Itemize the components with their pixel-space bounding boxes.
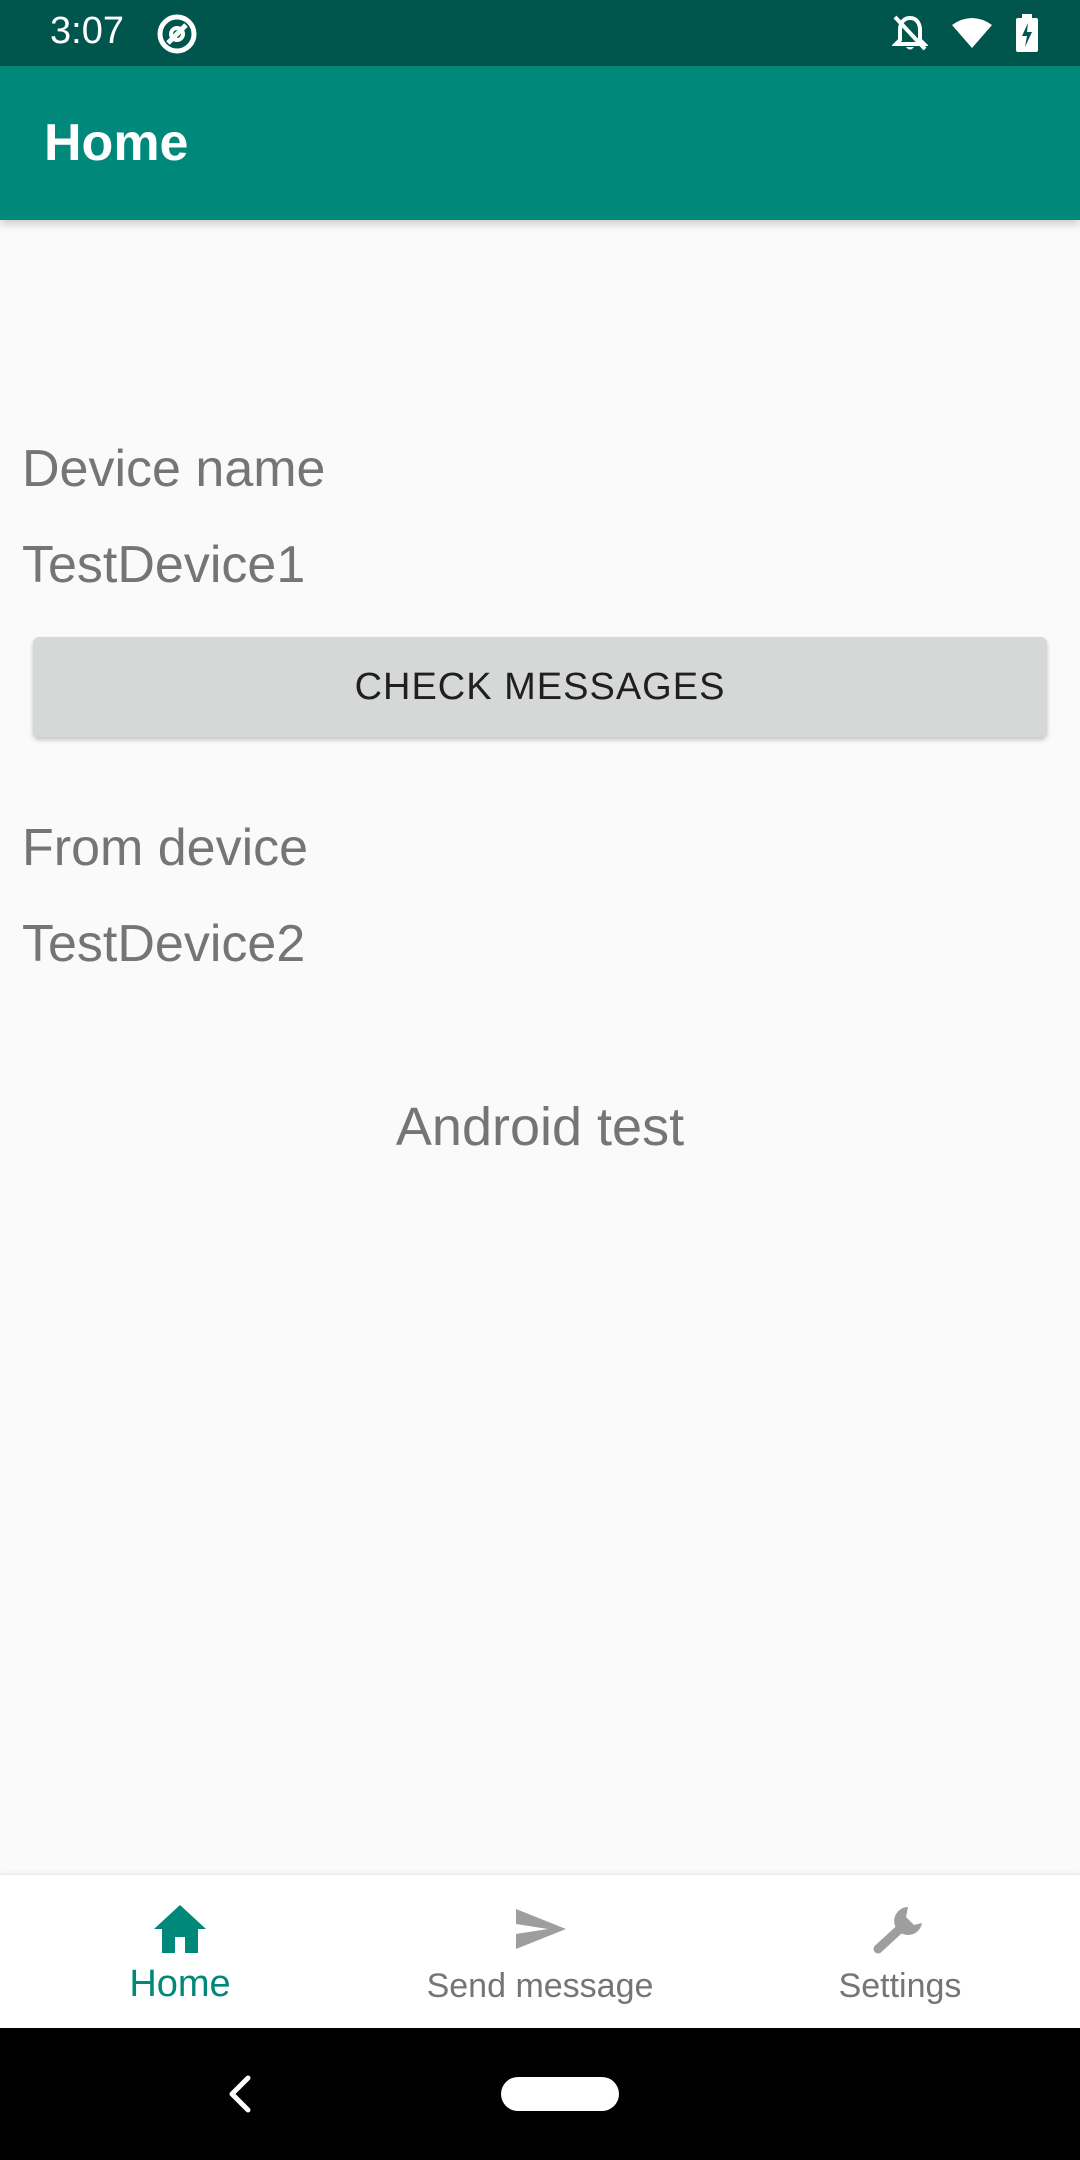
wifi-icon — [952, 18, 992, 48]
nav-label-home: Home — [129, 1963, 231, 2005]
status-bar: 3:07 — [0, 0, 1080, 66]
page-title: Home — [44, 114, 189, 172]
back-icon[interactable] — [222, 2072, 258, 2116]
from-device-value: TestDevice2 — [22, 915, 306, 973]
nav-label-send-message: Send message — [426, 1967, 654, 2005]
wrench-icon — [873, 1907, 922, 1954]
nav-item-settings[interactable]: Settings — [720, 1875, 1080, 2029]
system-navigation-bar — [0, 2028, 1080, 2160]
status-icons — [892, 14, 1038, 52]
sync-status-icon — [157, 14, 197, 54]
device-name-value: TestDevice1 — [22, 536, 306, 594]
nav-item-home[interactable]: Home — [0, 1875, 360, 2029]
status-time: 3:07 — [50, 10, 124, 52]
device-name-label: Device name — [22, 440, 326, 498]
nav-label-settings: Settings — [838, 1967, 962, 2005]
battery-icon — [1016, 14, 1038, 52]
check-messages-button[interactable]: CHECK MESSAGES — [33, 637, 1047, 737]
nav-item-send-message[interactable]: Send message — [360, 1875, 720, 2029]
from-device-label: From device — [22, 819, 309, 877]
message-text: Android test — [395, 1097, 685, 1157]
home-pill-button[interactable] — [501, 2077, 619, 2111]
notifications-off-icon — [892, 15, 928, 51]
home-icon — [154, 1905, 206, 1953]
bottom-navigation: Home Send message Settings — [0, 1874, 1080, 2029]
send-icon — [516, 1909, 566, 1949]
app-bar: Home — [0, 66, 1080, 220]
